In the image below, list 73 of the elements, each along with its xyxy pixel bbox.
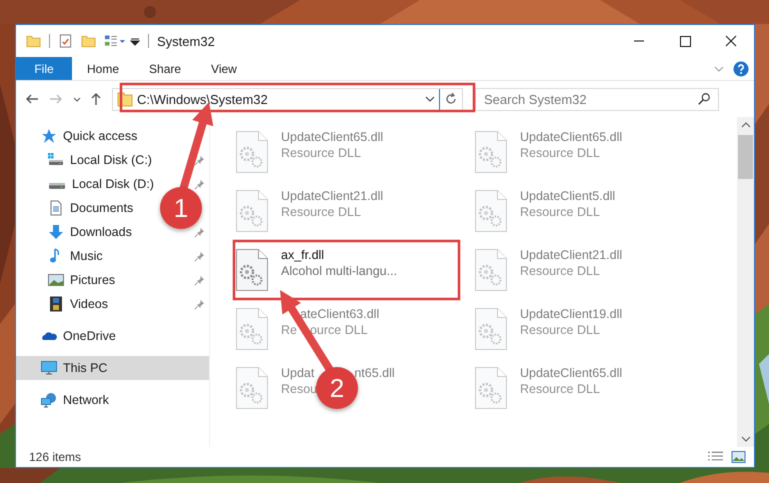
pin-icon[interactable] xyxy=(194,251,205,262)
star-icon xyxy=(41,128,57,144)
drive-icon xyxy=(49,182,65,188)
file-description: Resource DLL xyxy=(520,323,600,337)
ribbon-tab[interactable]: View xyxy=(196,57,252,80)
file-menu-button[interactable]: File xyxy=(16,57,72,80)
file-name: ax_fr.dll xyxy=(281,248,324,262)
item-count: 126 items xyxy=(29,450,82,464)
sidebar-item[interactable]: Local Disk (C:) xyxy=(16,148,156,172)
sidebar-item[interactable]: Music xyxy=(16,244,107,268)
network-icon xyxy=(41,392,57,408)
sidebar-item[interactable]: Local Disk (D:) xyxy=(16,172,158,196)
file-name: UpdateClient5.dll xyxy=(520,189,616,203)
search-field[interactable]: Search System32 xyxy=(475,88,719,110)
monitor-icon xyxy=(41,360,57,376)
file-description: Alcohol multi-langu... xyxy=(281,264,398,278)
file-description: Resource DLL xyxy=(281,205,361,219)
pin-icon[interactable] xyxy=(194,155,205,166)
gear-file-icon xyxy=(235,366,269,410)
file-name: UpdateClient19.dll xyxy=(520,307,622,321)
film-icon xyxy=(48,296,64,312)
gear-file-icon xyxy=(235,248,269,292)
dropdown-icon[interactable] xyxy=(130,36,140,46)
sidebar-item[interactable]: Documents xyxy=(16,196,138,220)
scrollbar-thumb[interactable] xyxy=(738,135,753,179)
gear-file-icon xyxy=(474,130,508,174)
sidebar-item[interactable]: Pictures xyxy=(16,268,120,292)
gear-file-icon xyxy=(235,307,269,351)
file-description: Resource DLL xyxy=(520,205,600,219)
gear-file-icon xyxy=(474,189,508,233)
sidebar-item[interactable]: OneDrive xyxy=(16,324,120,348)
gear-file-icon xyxy=(474,248,508,292)
pin-icon[interactable] xyxy=(194,179,205,190)
sidebar-item[interactable]: Quick access xyxy=(16,124,142,148)
picture-icon xyxy=(48,272,64,288)
pin-icon[interactable] xyxy=(194,299,205,310)
ribbon-tab[interactable]: Share xyxy=(134,57,196,80)
file-description: Resource DLL xyxy=(520,264,600,278)
search-icon xyxy=(697,92,711,106)
document-icon xyxy=(48,200,64,216)
file-name: UpdateClient65.dll xyxy=(520,130,622,144)
gear-file-icon xyxy=(235,189,269,233)
sidebar-item[interactable]: Videos xyxy=(16,292,112,316)
address-bar[interactable]: C:\Windows\System32 xyxy=(112,88,463,110)
sidebar-item[interactable]: This PC xyxy=(16,356,209,380)
properties-icon[interactable] xyxy=(58,33,73,49)
large-icons-view-icon[interactable] xyxy=(730,450,747,464)
file-description: ource DLL xyxy=(310,323,368,337)
sidebar-item[interactable]: Downloads xyxy=(16,220,136,244)
view-options-icon[interactable] xyxy=(104,33,126,49)
file-name: UpdateClient21.dll xyxy=(281,189,384,203)
file-name: ateClient63.dll xyxy=(300,307,380,321)
window-title: System32 xyxy=(157,34,215,48)
sidebar-item[interactable]: Network xyxy=(16,388,113,412)
file-description: Resource DLL xyxy=(281,146,361,160)
file-name: UpdateClient65.dll xyxy=(281,130,384,144)
file-name: UpdateClient65.dll xyxy=(520,366,622,380)
file-name: Updat xyxy=(281,366,314,380)
pin-icon[interactable] xyxy=(194,275,205,286)
file-description: Resource DLL xyxy=(520,382,600,396)
file-description: Re xyxy=(281,323,297,337)
gear-file-icon xyxy=(474,307,508,351)
ribbon-tab[interactable]: Home xyxy=(72,57,134,80)
download-arrow-icon xyxy=(48,224,64,240)
file-description: Resource DLL xyxy=(520,146,600,160)
help-icon[interactable] xyxy=(733,60,749,76)
file-name: UpdateClient21.dll xyxy=(520,248,622,262)
address-path: C:\Windows\System32 xyxy=(137,92,269,106)
gear-file-icon xyxy=(235,130,269,174)
drive-icon xyxy=(48,152,64,168)
scrollbar[interactable] xyxy=(737,117,754,447)
pin-icon[interactable] xyxy=(194,227,205,238)
gear-file-icon xyxy=(474,366,508,410)
